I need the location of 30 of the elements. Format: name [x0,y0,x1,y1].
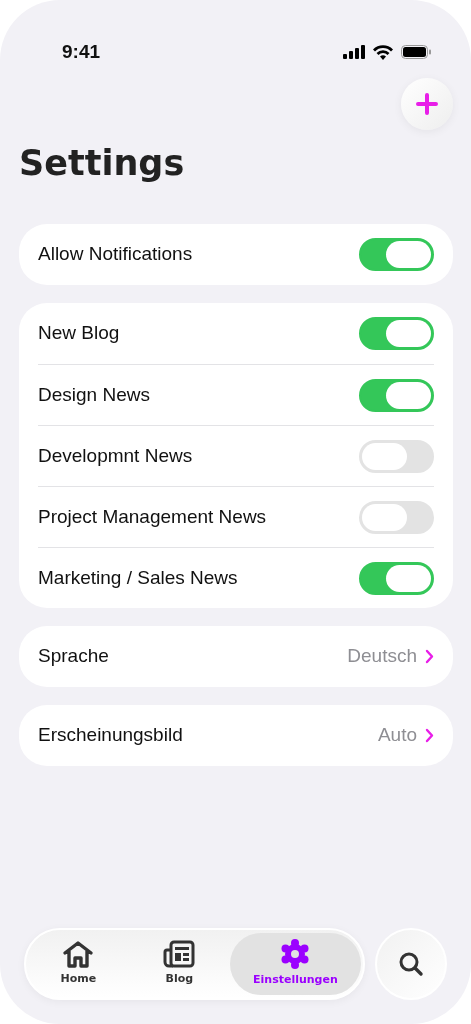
search-icon [398,951,424,977]
battery-icon [401,45,431,59]
setting-label: Developmnt News [38,443,193,468]
toggle-switch[interactable] [359,561,434,595]
chevron-icon [425,649,434,664]
setting-label: Sprache [38,644,109,669]
toggle-switch[interactable] [359,317,434,350]
setting-label: New Blog [38,321,120,346]
toggle-switch[interactable] [359,378,434,412]
wifi-icon [373,44,393,60]
signal-icon [343,45,365,59]
tab-button[interactable]: Home [28,933,129,995]
plus-icon [416,93,438,115]
clock-time: 9:41 [62,39,101,64]
house-icon [61,940,96,969]
tab-button[interactable]: Blog [128,933,230,995]
setting-label: Design News [38,382,150,407]
chevron-icon [425,728,434,743]
setting-label: Project Management News [38,504,267,529]
setting-label: Marketing / Sales News [38,565,238,590]
add-button[interactable] [401,78,453,130]
page-title: Settings [19,142,186,184]
setting-value: Deutsch [347,644,417,669]
tab-button[interactable]: Einstellungen [229,933,361,995]
setting-value: Auto [377,723,417,748]
gear-icon [280,939,311,970]
newspaper-icon [163,940,196,969]
setting-label: Allow Notifications [38,242,193,267]
setting-label: Erscheinungsbild [38,723,183,748]
toggle-switch[interactable] [359,238,434,271]
